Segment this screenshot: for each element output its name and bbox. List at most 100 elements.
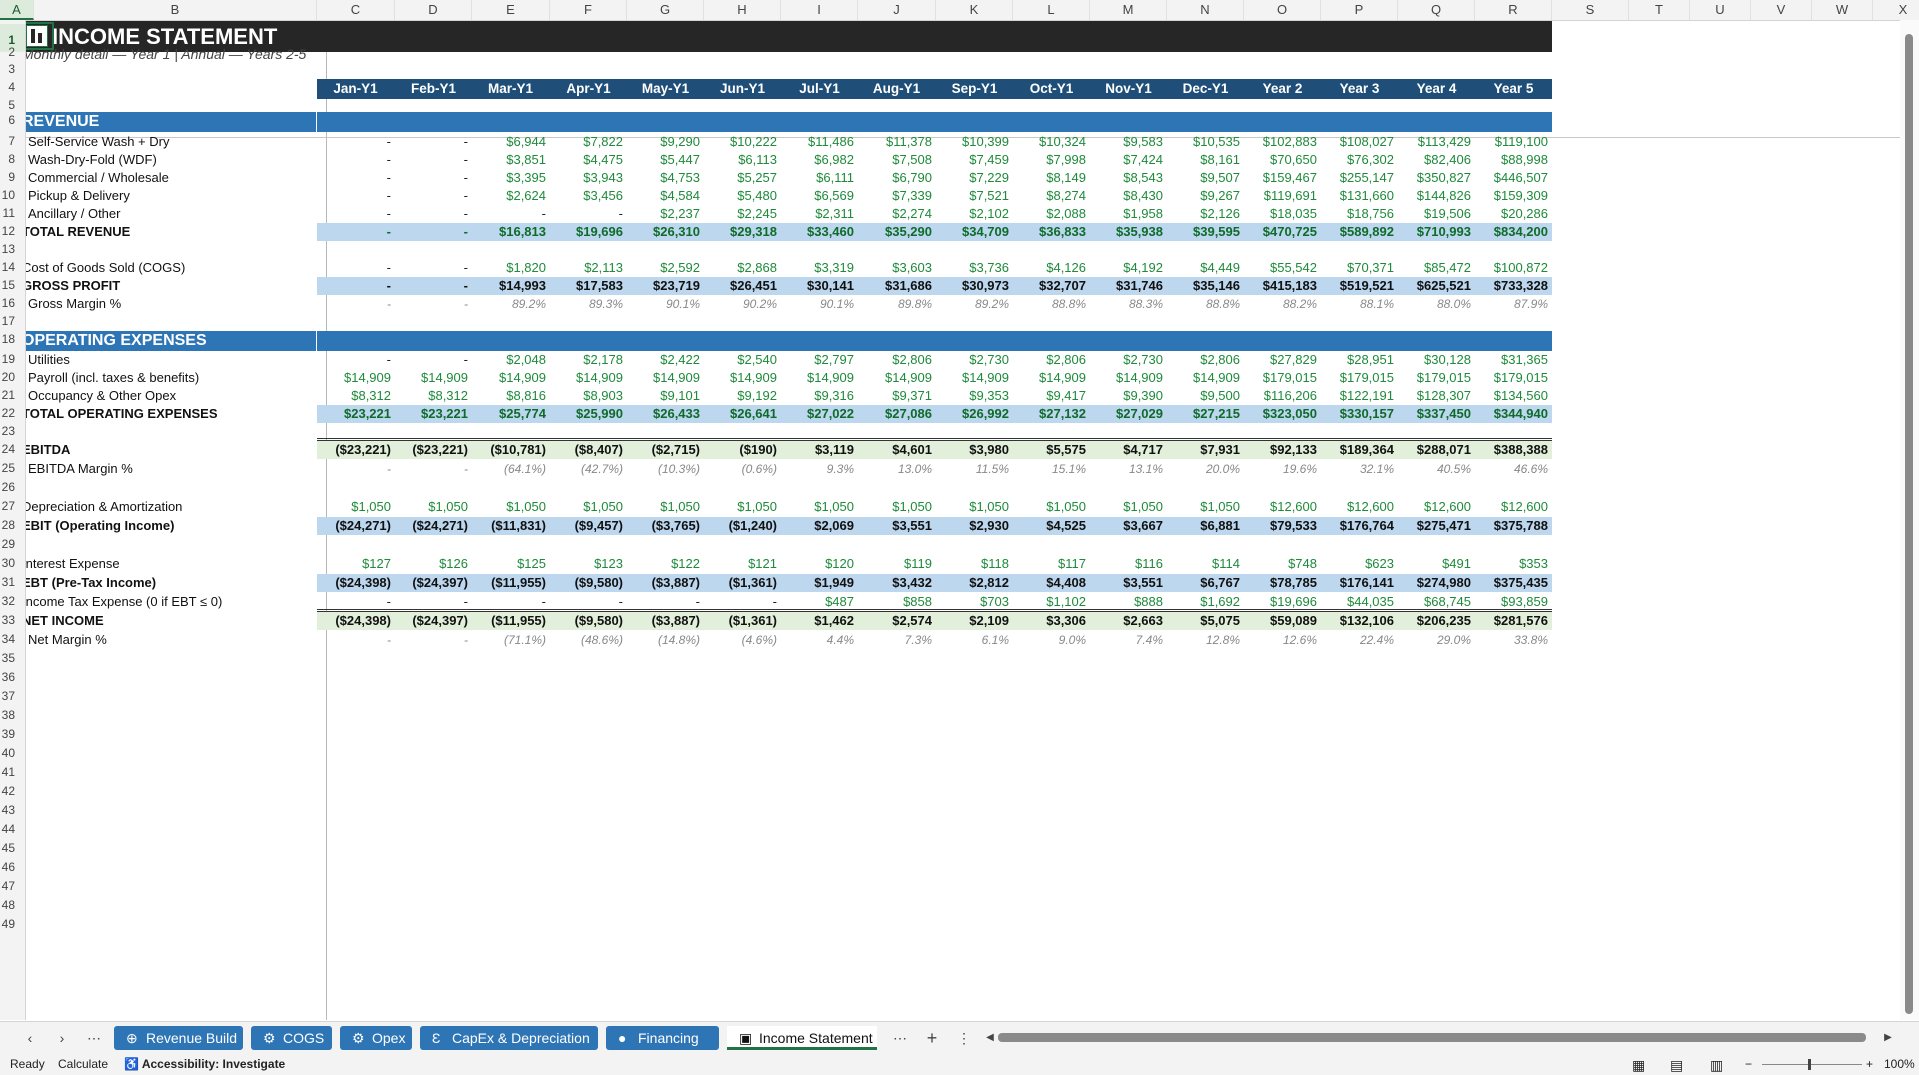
- value-cell[interactable]: 46.6%: [1475, 460, 1548, 478]
- value-cell[interactable]: (14.8%): [627, 631, 700, 649]
- value-cell[interactable]: $119,691: [1244, 187, 1317, 205]
- value-cell[interactable]: $2,069: [781, 517, 854, 535]
- value-cell[interactable]: $1,050: [781, 498, 854, 516]
- value-cell[interactable]: ($9,580): [550, 612, 623, 630]
- active-cell-outline[interactable]: [26, 22, 54, 50]
- value-cell[interactable]: -: [395, 631, 468, 649]
- value-cell[interactable]: $2,730: [1090, 351, 1163, 369]
- row-header-11[interactable]: 11: [0, 205, 25, 222]
- column-header-c[interactable]: C: [317, 0, 395, 20]
- value-cell[interactable]: $4,408: [1013, 574, 1086, 592]
- value-cell[interactable]: 88.8%: [1013, 295, 1086, 313]
- value-cell[interactable]: 22.4%: [1321, 631, 1394, 649]
- column-header-w[interactable]: W: [1812, 0, 1873, 20]
- value-cell[interactable]: 7.4%: [1090, 631, 1163, 649]
- sheet-tab-revenue-build[interactable]: ⊕ Revenue Build: [114, 1026, 243, 1050]
- sheet-grid[interactable]: INCOME STATEMENT Monthly detail — Year 1 …: [26, 21, 1900, 1020]
- value-cell[interactable]: $1,820: [472, 259, 546, 277]
- value-cell[interactable]: 19.6%: [1244, 460, 1317, 478]
- value-cell[interactable]: 88.3%: [1090, 295, 1163, 313]
- value-cell[interactable]: -: [395, 295, 468, 313]
- value-cell[interactable]: $3,551: [858, 517, 932, 535]
- value-cell[interactable]: $9,507: [1167, 169, 1240, 187]
- value-cell[interactable]: ($1,361): [704, 612, 777, 630]
- sheet-tab-opex[interactable]: ⚙ Opex: [340, 1026, 412, 1050]
- value-cell[interactable]: $470,725: [1244, 223, 1317, 241]
- value-cell[interactable]: $35,938: [1090, 223, 1163, 241]
- zoom-in-icon[interactable]: +: [1866, 1057, 1873, 1071]
- value-cell[interactable]: $117: [1013, 555, 1086, 573]
- value-cell[interactable]: $6,790: [858, 169, 932, 187]
- column-header-n[interactable]: N: [1167, 0, 1244, 20]
- value-cell[interactable]: $1,050: [472, 498, 546, 516]
- value-cell[interactable]: $59,089: [1244, 612, 1317, 630]
- value-cell[interactable]: $39,595: [1167, 223, 1240, 241]
- value-cell[interactable]: $2,797: [781, 351, 854, 369]
- value-cell[interactable]: -: [395, 169, 468, 187]
- value-cell[interactable]: $344,940: [1475, 405, 1548, 423]
- status-accessibility[interactable]: ♿ Accessibility: Investigate: [124, 1057, 285, 1071]
- value-cell[interactable]: $27,029: [1090, 405, 1163, 423]
- value-cell[interactable]: $1,949: [781, 574, 854, 592]
- row-header-26[interactable]: 26: [0, 479, 25, 496]
- value-cell[interactable]: $92,133: [1244, 441, 1317, 459]
- value-cell[interactable]: $3,667: [1090, 517, 1163, 535]
- value-cell[interactable]: 13.1%: [1090, 460, 1163, 478]
- value-cell[interactable]: $11,378: [858, 133, 932, 151]
- value-cell[interactable]: ($11,955): [472, 574, 546, 592]
- value-cell[interactable]: 88.2%: [1244, 295, 1317, 313]
- value-cell[interactable]: ($190): [704, 441, 777, 459]
- value-cell[interactable]: $1,050: [1167, 498, 1240, 516]
- value-cell[interactable]: $126: [395, 555, 468, 573]
- value-cell[interactable]: $206,235: [1398, 612, 1471, 630]
- vertical-scroll-thumb[interactable]: [1905, 34, 1913, 1014]
- value-cell[interactable]: ($23,221): [317, 441, 391, 459]
- row-header-38[interactable]: 38: [0, 707, 25, 724]
- row-header-25[interactable]: 25: [0, 460, 25, 477]
- value-cell[interactable]: $14,909: [1167, 369, 1240, 387]
- column-header-t[interactable]: T: [1629, 0, 1690, 20]
- value-cell[interactable]: $179,015: [1244, 369, 1317, 387]
- scroll-right-icon[interactable]: ▶: [1876, 1026, 1900, 1050]
- row-header-18[interactable]: 18: [0, 331, 25, 348]
- value-cell[interactable]: (10.3%): [627, 460, 700, 478]
- value-cell[interactable]: -: [395, 351, 468, 369]
- value-cell[interactable]: ($3,887): [627, 612, 700, 630]
- zoom-slider-thumb[interactable]: [1808, 1059, 1811, 1070]
- row-header-31[interactable]: 31: [0, 574, 25, 591]
- value-cell[interactable]: $2,126: [1167, 205, 1240, 223]
- value-cell[interactable]: $114: [1167, 555, 1240, 573]
- value-cell[interactable]: $27,829: [1244, 351, 1317, 369]
- value-cell[interactable]: 32.1%: [1321, 460, 1394, 478]
- next-sheet-icon[interactable]: ›: [50, 1026, 74, 1050]
- options-icon[interactable]: ⋮: [952, 1026, 976, 1050]
- value-cell[interactable]: -: [317, 187, 391, 205]
- value-cell[interactable]: $589,892: [1321, 223, 1394, 241]
- value-cell[interactable]: $4,126: [1013, 259, 1086, 277]
- value-cell[interactable]: $85,472: [1398, 259, 1471, 277]
- value-cell[interactable]: ($9,457): [550, 517, 623, 535]
- value-cell[interactable]: $1,050: [1090, 498, 1163, 516]
- row-header-8[interactable]: 8: [0, 151, 25, 168]
- value-cell[interactable]: $350,827: [1398, 169, 1471, 187]
- value-cell[interactable]: 7.3%: [858, 631, 932, 649]
- value-cell[interactable]: $5,480: [704, 187, 777, 205]
- column-header-x[interactable]: X: [1873, 0, 1919, 20]
- value-cell[interactable]: $176,141: [1321, 574, 1394, 592]
- row-header-39[interactable]: 39: [0, 726, 25, 743]
- value-cell[interactable]: 12.6%: [1244, 631, 1317, 649]
- value-cell[interactable]: $14,909: [317, 369, 391, 387]
- value-cell[interactable]: $27,215: [1167, 405, 1240, 423]
- value-cell[interactable]: ($3,765): [627, 517, 700, 535]
- value-cell[interactable]: $9,371: [858, 387, 932, 405]
- value-cell[interactable]: $7,998: [1013, 151, 1086, 169]
- page-layout-icon[interactable]: ▤: [1670, 1057, 1683, 1074]
- value-cell[interactable]: ($11,831): [472, 517, 546, 535]
- value-cell[interactable]: (48.6%): [550, 631, 623, 649]
- column-header-q[interactable]: Q: [1398, 0, 1475, 20]
- value-cell[interactable]: $27,086: [858, 405, 932, 423]
- value-cell[interactable]: -: [395, 259, 468, 277]
- value-cell[interactable]: $119,100: [1475, 133, 1548, 151]
- value-cell[interactable]: $30,141: [781, 277, 854, 295]
- row-header-42[interactable]: 42: [0, 783, 25, 800]
